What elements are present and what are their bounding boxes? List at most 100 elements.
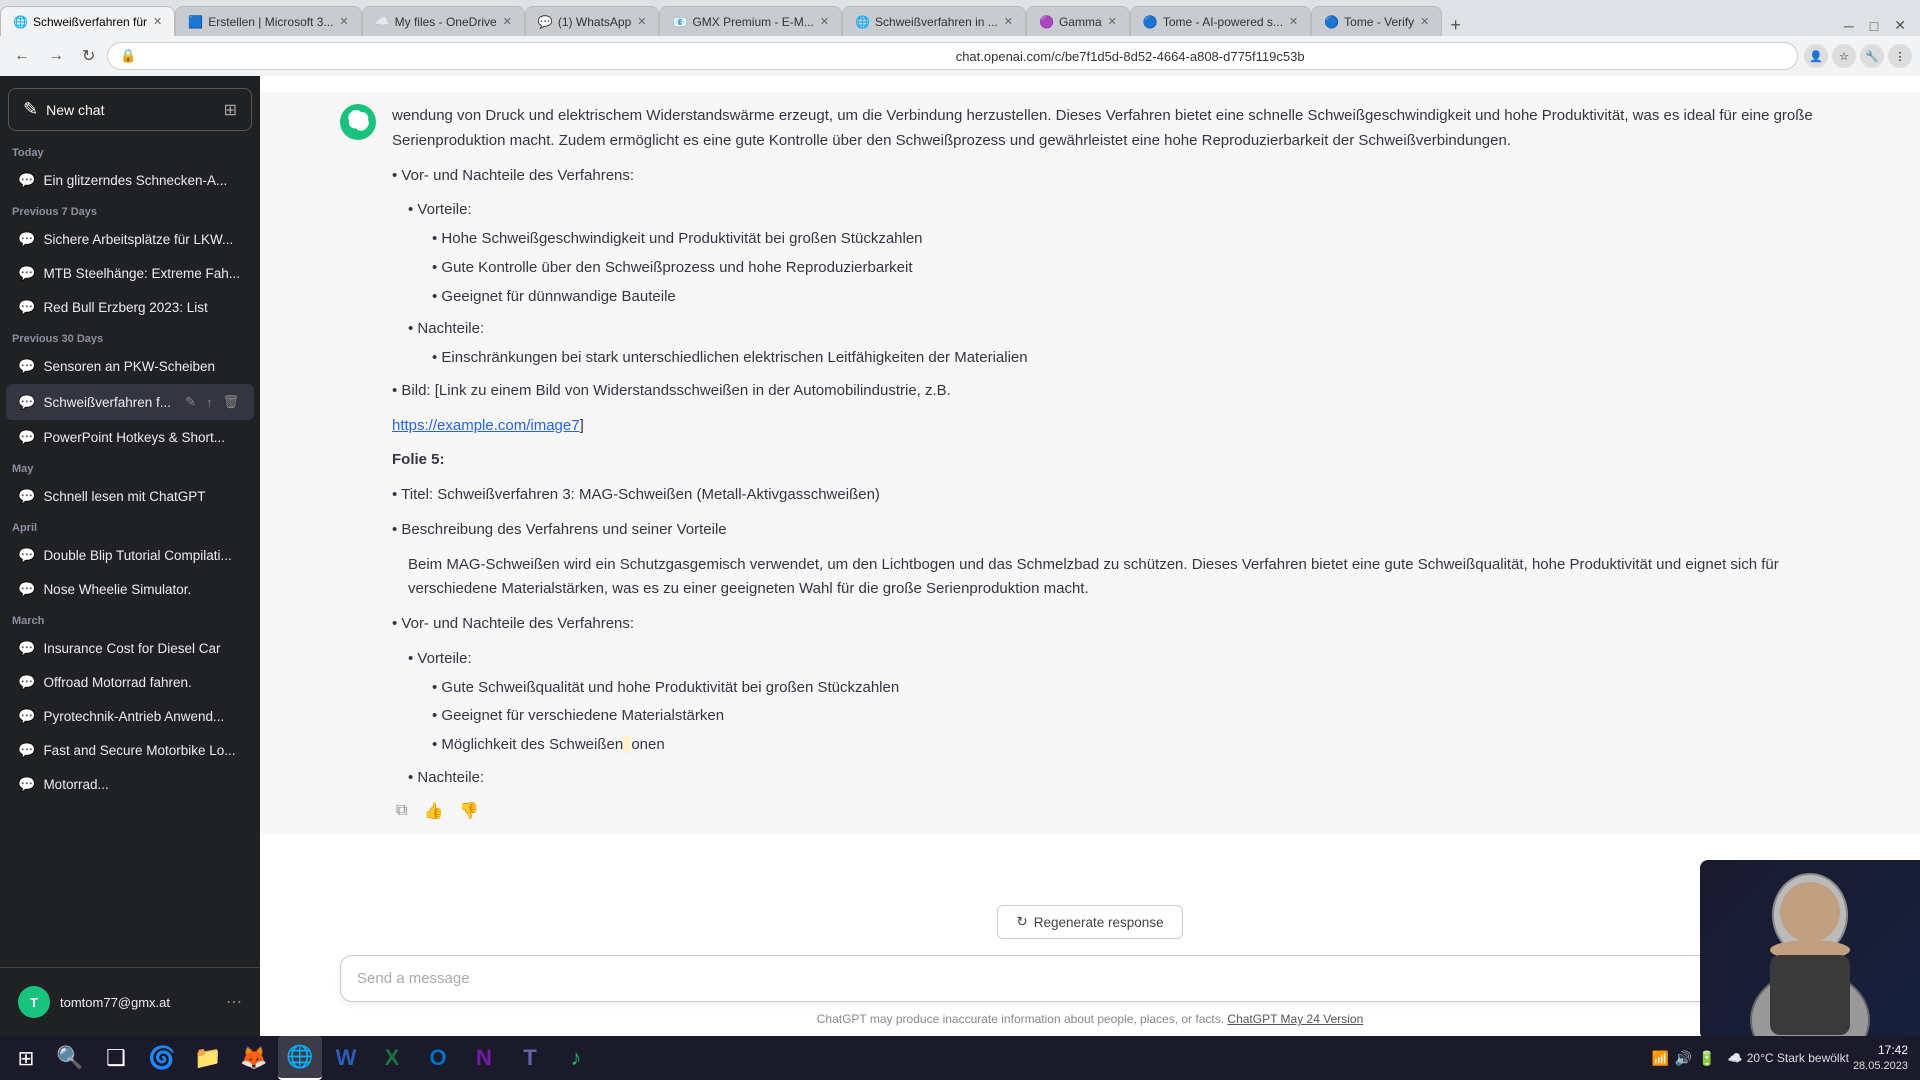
address-bar[interactable]: 🔒 chat.openai.com/c/be7f1d5d-8d52-4664-a… [107,42,1798,70]
section-may: May [0,455,260,479]
extension-icon[interactable]: 🔧 [1860,44,1884,68]
sidebar-item-s8[interactable]: 💬 Schnell lesen mit ChatGPT [6,480,254,513]
sidebar-action-icons: ⊞ [224,100,237,120]
sidebar-user[interactable]: T tomtom77@gmx.at ⋯ [8,978,252,1026]
taskbar-app-spotify[interactable]: ♪ [554,1036,598,1080]
start-button[interactable]: ⊞ [4,1036,48,1080]
taskbar-app-word[interactable]: W [324,1036,368,1080]
sidebar-item-text-s12: Offroad Motorrad fahren. [43,675,242,690]
sidebar-item-text-s15: Motorrad... [43,777,242,792]
outlook-icon: O [429,1045,446,1071]
new-chat-button[interactable]: ✎ New chat ⊞ [8,88,252,131]
tab-favicon-4: 💬 [538,15,552,29]
tab-schweiss2[interactable]: 🌐 Schweißverfahren in ... ✕ [842,6,1026,36]
sidebar-item-s12[interactable]: 💬 Offroad Motorrad fahren. [6,666,254,699]
input-area: ➤ [260,947,1920,1006]
regenerate-label: Regenerate response [1034,915,1164,930]
tab-close-2[interactable]: ✕ [339,15,348,28]
tab-bar: 🌐 Schweißverfahren für ✕ 🟦 Erstellen | M… [0,0,1920,36]
sidebar-item-s11[interactable]: 💬 Insurance Cost for Diesel Car [6,632,254,665]
chat-icon-s10: 💬 [18,581,35,598]
taskbar-apps: 🔍 ❑ 🌀 📁 🦊 🌐 W X O N T [48,1036,598,1080]
taskbar-app-teams[interactable]: T [508,1036,552,1080]
refresh-button[interactable]: ↻ [76,42,101,70]
tab-close-4[interactable]: ✕ [637,15,646,28]
tab-label-3: My files - OneDrive [395,15,497,29]
firefox-icon: 🦊 [240,1045,267,1071]
disclaimer-link[interactable]: ChatGPT May 24 Version [1227,1012,1363,1026]
user-email: tomtom77@gmx.at [60,995,170,1010]
menu-icon[interactable]: ⋮ [1888,44,1912,68]
tab-close-6[interactable]: ✕ [1004,15,1013,28]
chat-icon-s6: 💬 [18,394,35,411]
sidebar-grid-icon[interactable]: ⊞ [224,100,237,120]
minimize-button[interactable]: ─ [1838,16,1860,36]
taskbar-clock[interactable]: 17:42 28.05.2023 [1853,1042,1908,1074]
taskbar-app-onenote[interactable]: N [462,1036,506,1080]
taskbar-app-search[interactable]: 🔍 [48,1036,92,1080]
tab-schweissverfahren[interactable]: 🌐 Schweißverfahren für ✕ [0,6,175,36]
share-chat-button[interactable]: ↑ [203,392,216,412]
thumbs-up-button[interactable]: 👍 [419,799,447,823]
tab-close-1[interactable]: ✕ [153,15,162,28]
user-more-icon[interactable]: ⋯ [226,992,242,1012]
tab-onedrive[interactable]: ☁️ My files - OneDrive ✕ [362,6,525,36]
profile-icon[interactable]: 👤 [1804,44,1828,68]
new-tab-button[interactable]: + [1442,15,1469,36]
battery-icon: 🔋 [1698,1050,1715,1067]
sidebar-item-s1[interactable]: 💬 Ein glitzerndes Schnecken-A... [6,164,254,197]
sidebar-item-s13[interactable]: 💬 Pyrotechnik-Antrieb Anwend... [6,700,254,733]
sidebar-item-text-s2: Sichere Arbeitsplätze für LKW... [43,232,242,247]
sidebar-item-s2[interactable]: 💬 Sichere Arbeitsplätze für LKW... [6,223,254,256]
tab-close-9[interactable]: ✕ [1420,15,1429,28]
sidebar-item-s4[interactable]: 💬 Red Bull Erzberg 2023: List [6,291,254,324]
edit-chat-button[interactable]: ✎ [182,392,199,412]
sidebar-item-s9[interactable]: 💬 Double Blip Tutorial Compilati... [6,539,254,572]
sidebar-item-s14[interactable]: 💬 Fast and Secure Motorbike Lo... [6,734,254,767]
tab-whatsapp[interactable]: 💬 (1) WhatsApp ✕ [525,6,660,36]
back-button[interactable]: ← [8,43,36,69]
regenerate-button[interactable]: ↻ Regenerate response [997,905,1182,939]
tab-favicon-9: 🔵 [1324,15,1338,29]
sidebar-item-text-s8: Schnell lesen mit ChatGPT [43,489,242,504]
sidebar-item-s10[interactable]: 💬 Nose Wheelie Simulator. [6,573,254,606]
bookmark-icon[interactable]: ☆ [1832,44,1856,68]
bild-link[interactable]: https://example.com/image7 [392,417,580,434]
address-text: chat.openai.com/c/be7f1d5d-8d52-4664-a80… [956,49,1785,64]
maximize-button[interactable]: □ [1864,16,1884,36]
taskbar-app-taskview[interactable]: ❑ [94,1036,138,1080]
thumbs-down-button[interactable]: 👎 [455,799,483,823]
msg-v2: • Gute Kontrolle über den Schweißprozess… [432,256,1840,281]
close-button[interactable]: ✕ [1888,15,1912,36]
tab-label-7: Gamma [1059,15,1102,29]
chat-icon-s3: 💬 [18,265,35,282]
sidebar-item-s3[interactable]: 💬 MTB Steelhänge: Extreme Fah... [6,257,254,290]
sidebar-item-s7[interactable]: 💬 PowerPoint Hotkeys & Short... [6,421,254,454]
delete-chat-button[interactable]: 🗑 [219,392,242,412]
tab-tome1[interactable]: 🔵 Tome - AI-powered s... ✕ [1130,6,1311,36]
taskbar-app-explorer[interactable]: 📁 [186,1036,230,1080]
taskbar-app-chrome[interactable]: 🌐 [278,1036,322,1080]
tab-close-7[interactable]: ✕ [1108,15,1117,28]
sidebar-item-s15[interactable]: 💬 Motorrad... [6,768,254,801]
chat-input[interactable] [357,970,1796,987]
forward-button[interactable]: → [42,43,70,69]
tab-microsoft[interactable]: 🟦 Erstellen | Microsoft 3... ✕ [175,6,361,36]
tab-close-3[interactable]: ✕ [503,15,512,28]
taskbar-app-firefox[interactable]: 🦊 [232,1036,276,1080]
copy-button[interactable]: ⧉ [392,799,411,823]
taskbar-app-edge[interactable]: 🌀 [140,1036,184,1080]
taskbar-app-excel[interactable]: X [370,1036,414,1080]
nav-icons: 👤 ☆ 🔧 ⋮ [1804,44,1912,68]
sidebar-item-s5[interactable]: 💬 Sensoren an PKW-Scheiben [6,350,254,383]
tab-gamma[interactable]: 🟣 Gamma ✕ [1026,6,1130,36]
tab-close-5[interactable]: ✕ [820,15,829,28]
tab-close-8[interactable]: ✕ [1289,15,1298,28]
sidebar-items: Today 💬 Ein glitzerndes Schnecken-A... P… [0,139,260,967]
sidebar-item-s6[interactable]: 💬 Schweißverfahren f... ✎ ↑ 🗑 [6,384,254,420]
tab-tome2[interactable]: 🔵 Tome - Verify ✕ [1311,6,1442,36]
volume-icon: 🔊 [1675,1050,1692,1067]
tab-gmx[interactable]: 📧 GMX Premium - E-M... ✕ [659,6,842,36]
taskbar-app-outlook[interactable]: O [416,1036,460,1080]
taskbar: ⊞ 🔍 ❑ 🌀 📁 🦊 🌐 W X O N [0,1036,1920,1080]
